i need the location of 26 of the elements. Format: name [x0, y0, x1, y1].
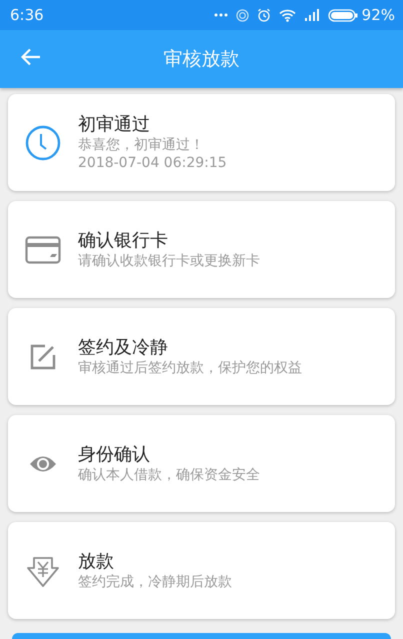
step-card[interactable]: 放款 签约完成，冷静期后放款	[8, 522, 395, 619]
step-title: 确认银行卡	[78, 228, 169, 252]
step-description: 恭喜您，初审通过！	[78, 136, 205, 154]
step-card[interactable]: 身份确认 确认本人借款，确保资金安全	[8, 415, 395, 512]
more-icon	[214, 13, 228, 17]
step-title: 放款	[78, 550, 115, 574]
step-card[interactable]: 初审通过 恭喜您，初审通过！ 2018-07-04 06:29:15	[8, 94, 395, 191]
step-description: 签约完成，冷静期后放款	[78, 573, 232, 592]
step-title: 签约及冷静	[78, 336, 169, 360]
status-time: 6:36	[10, 4, 44, 26]
battery-icon	[328, 8, 358, 22]
back-button[interactable]	[20, 46, 42, 68]
step-description: 请确认收款银行卡或更换新卡	[78, 252, 260, 270]
step-title: 初审通过	[78, 112, 151, 136]
signal-icon	[304, 9, 320, 21]
wifi-icon	[278, 8, 296, 22]
battery-percent: 92%	[362, 4, 395, 26]
hotspot-icon	[236, 8, 249, 22]
step-description: 审核通过后签约放款，保护您的权益	[78, 359, 302, 378]
step-title: 身份确认	[78, 442, 151, 466]
step-description: 确认本人借款，确保资金安全	[78, 466, 260, 484]
step-description: 2018-07-04 06:29:15	[78, 154, 227, 172]
step-card[interactable]: 确认银行卡 请确认收款银行卡或更换新卡	[8, 201, 395, 298]
screen-title: 审核放款	[164, 46, 240, 72]
step-card[interactable]: 签约及冷静 审核通过后签约放款，保护您的权益	[8, 308, 395, 405]
alarm-icon	[256, 8, 271, 22]
